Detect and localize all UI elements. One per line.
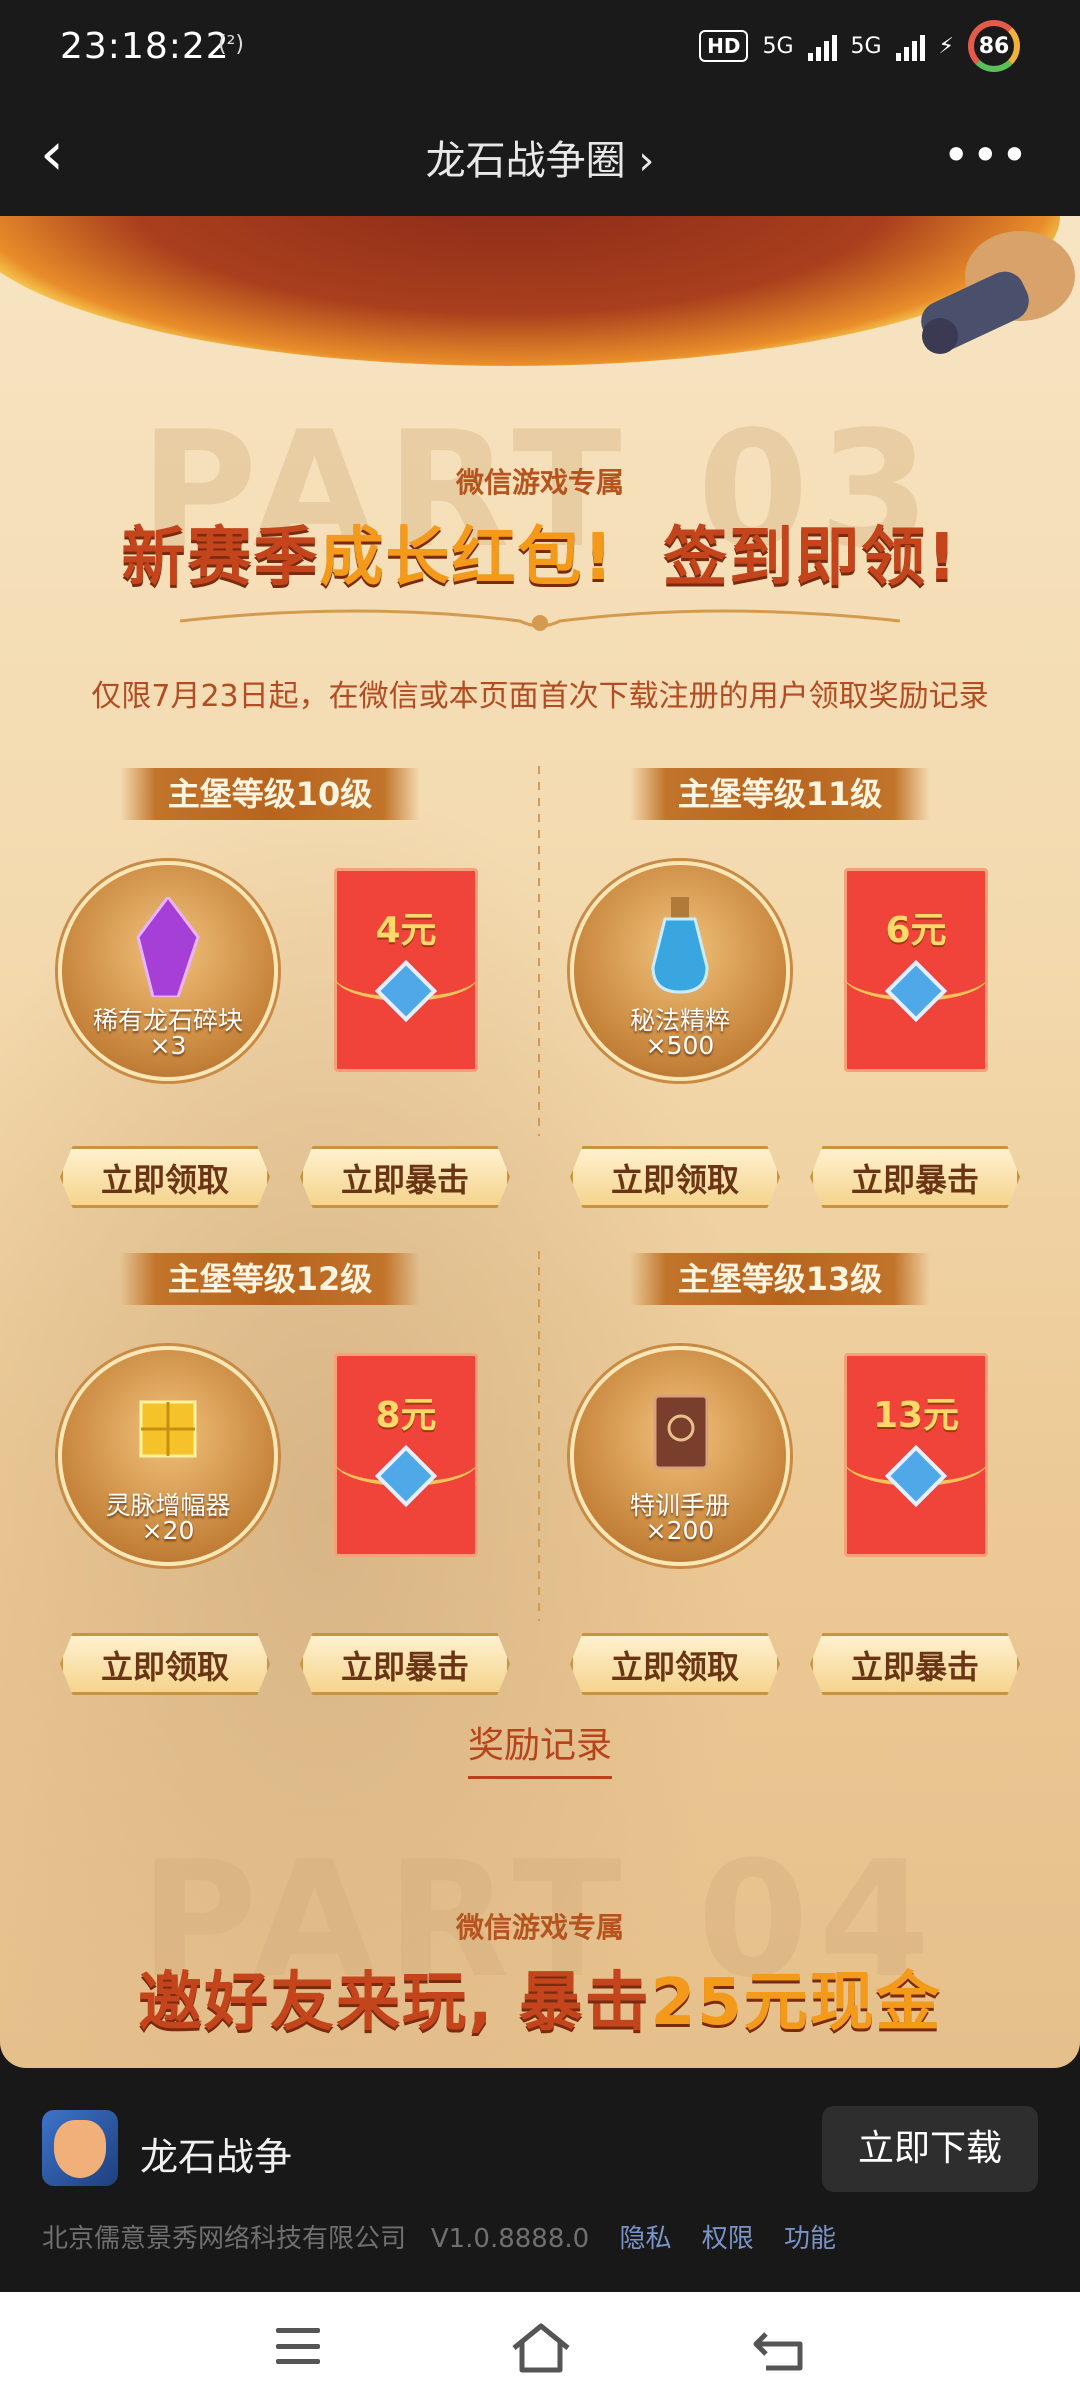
- cube-icon: [139, 1400, 197, 1458]
- book-icon: [653, 1394, 709, 1470]
- features-link[interactable]: 功能: [784, 2224, 836, 2254]
- character-illustration: [921, 231, 1075, 354]
- grid-divider-2: [538, 1251, 540, 1621]
- reward-item-4: 特训手册 ×200: [570, 1346, 790, 1566]
- item-qty: ×20: [141, 1516, 195, 1545]
- tagline-bottom: 微信游戏专属: [455, 1911, 624, 1944]
- top-bar: ‹ 龙石战争圈 › •••: [0, 100, 1080, 216]
- headline-part-a: 新赛季: [121, 521, 320, 595]
- level-banner-10: 主堡等级10级: [120, 768, 420, 820]
- invite-part-c: 25元现金: [650, 1966, 942, 2040]
- menu-icon[interactable]: [276, 2328, 320, 2364]
- company-name: 北京儒意景秀网络科技有限公司: [42, 2224, 407, 2254]
- status-time: 23:18:22: [60, 26, 230, 67]
- signal-icon-2: [895, 31, 925, 61]
- page-title[interactable]: 龙石战争圈 ›: [0, 128, 1080, 186]
- net-label-2: 5G: [850, 33, 882, 59]
- reward-record-label: 奖励记录: [467, 1716, 612, 1779]
- item-qty: ×500: [645, 1031, 715, 1060]
- more-dots-icon[interactable]: •••: [943, 128, 1030, 182]
- back-icon[interactable]: [752, 2326, 806, 2372]
- level-banner-13: 主堡等级13级: [630, 1253, 930, 1305]
- invite-part-a: 邀好友来玩,: [138, 1966, 495, 2040]
- event-banner: PART 03 微信游戏专属 新赛季成长红包! 签到即领! 仅限7月23日起，在…: [0, 216, 1080, 2068]
- permissions-link[interactable]: 权限: [702, 2224, 754, 2254]
- red-packet-2: 6元: [844, 868, 988, 1072]
- headline-part-c: 签到即领!: [663, 521, 959, 595]
- privacy-link[interactable]: 隐私: [619, 2224, 671, 2254]
- crit-button-3[interactable]: 立即暴击: [300, 1633, 510, 1695]
- status-indicator: (²): [218, 32, 244, 57]
- download-button[interactable]: 立即下载: [822, 2106, 1038, 2192]
- level-banner-11: 主堡等级11级: [630, 768, 930, 820]
- reward-item-3: 灵脉增幅器 ×20: [58, 1346, 278, 1566]
- hd-icon: HD: [699, 30, 749, 62]
- crystal-icon: [136, 897, 200, 997]
- crit-button-1[interactable]: 立即暴击: [300, 1146, 510, 1208]
- reward-item-1: 稀有龙石碎块 ×3: [58, 861, 278, 1081]
- claim-button-4[interactable]: 立即领取: [570, 1633, 780, 1695]
- claim-button-1[interactable]: 立即领取: [60, 1146, 270, 1208]
- red-packet-amount: 6元: [885, 910, 947, 951]
- red-packet-4: 13元: [844, 1353, 988, 1557]
- app-version: V1.0.8888.0: [430, 2224, 590, 2254]
- charging-icon: ⚡: [938, 33, 954, 59]
- headline-part-b: 成长红包!: [319, 521, 615, 595]
- red-packet-3: 8元: [334, 1353, 478, 1557]
- claim-button-3[interactable]: 立即领取: [60, 1633, 270, 1695]
- ornament-divider: [180, 609, 900, 631]
- home-icon[interactable]: [510, 2322, 572, 2374]
- title-chevron-icon: ›: [638, 138, 655, 184]
- app-icon[interactable]: [42, 2110, 118, 2186]
- grid-divider-1: [538, 766, 540, 1136]
- reward-record-link[interactable]: 奖励记录: [0, 1716, 1080, 1779]
- claim-button-2[interactable]: 立即领取: [570, 1146, 780, 1208]
- red-packet-amount: 13元: [872, 1395, 960, 1436]
- tagline-top: 微信游戏专属: [455, 466, 624, 499]
- company-info: 北京儒意景秀网络科技有限公司 V1.0.8888.0 隐私 权限 功能: [42, 2218, 836, 2255]
- app-info-bar: 龙石战争 立即下载 北京儒意景秀网络科技有限公司 V1.0.8888.0 隐私 …: [0, 2068, 1080, 2292]
- battery-indicator: 86: [968, 20, 1020, 72]
- red-packet-amount: 4元: [375, 910, 437, 951]
- status-bar: 23:18:22 (²) HD 5G 5G ⚡ 86: [0, 0, 1080, 100]
- page-title-text: 龙石战争圈: [425, 138, 626, 184]
- red-packet-amount: 8元: [375, 1395, 437, 1436]
- signal-icon: [807, 31, 837, 61]
- invite-headline: 邀好友来玩, 暴击25元现金: [0, 1951, 1080, 2043]
- red-packet-1: 4元: [334, 868, 478, 1072]
- net-label-1: 5G: [762, 33, 794, 59]
- app-name: 龙石战争: [140, 2135, 293, 2179]
- potion-icon: [651, 897, 709, 994]
- item-qty: ×3: [149, 1031, 187, 1060]
- crit-button-4[interactable]: 立即暴击: [810, 1633, 1020, 1695]
- level-banner-12: 主堡等级12级: [120, 1253, 420, 1305]
- crit-button-2[interactable]: 立即暴击: [810, 1146, 1020, 1208]
- event-notice: 仅限7月23日起，在微信或本页面首次下载注册的用户领取奖励记录: [91, 679, 989, 714]
- invite-part-b: 暴击: [518, 1966, 651, 2040]
- system-nav-bar: [0, 2292, 1080, 2404]
- event-headline: 新赛季成长红包! 签到即领!: [0, 506, 1080, 598]
- status-icons: HD 5G 5G ⚡ 86: [699, 20, 1020, 72]
- reward-item-2: 秘法精粹 ×500: [570, 861, 790, 1081]
- item-qty: ×200: [645, 1516, 715, 1545]
